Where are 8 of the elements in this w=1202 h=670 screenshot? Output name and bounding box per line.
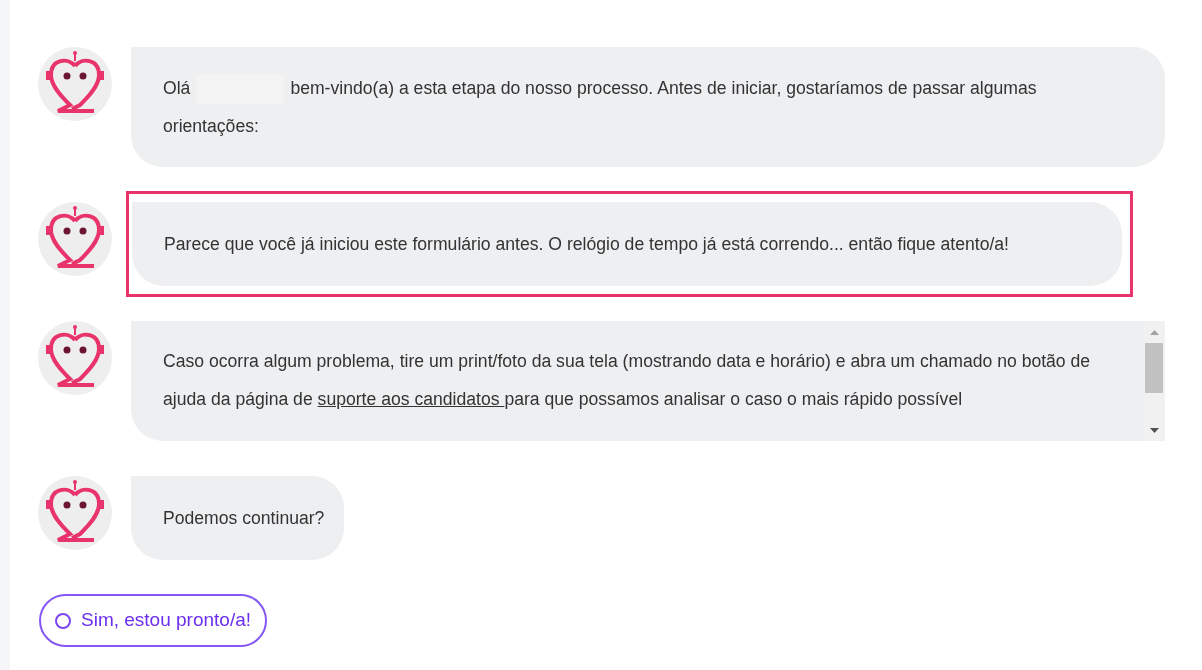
scroll-up-icon[interactable]	[1149, 329, 1159, 335]
message-text: Podemos continuar?	[163, 507, 325, 530]
message-text: Caso ocorra algum problema, tire um print/foto da sua tela (mostrando data e horário) e abra um chamado no botão de ajuda da página de suporte aos candidatos para que possamos analisar o caso o mais rápido possível	[163, 350, 1092, 411]
option-button[interactable]: Sim, estou pronto/a!	[39, 594, 268, 647]
scroll-down-icon[interactable]	[1149, 427, 1159, 433]
message-text: Olá bem-vindo(a) a esta etapa do nosso processo. Antes de iniciar, gostaríamos de passar algumas orientações:	[163, 69, 1109, 145]
support-link[interactable]: suporte aos candidatos	[317, 389, 505, 409]
message-text: Parece que você já iniciou este formulário antes. O relógio de tempo já está correndo... então fique atento/a!	[164, 233, 1010, 256]
